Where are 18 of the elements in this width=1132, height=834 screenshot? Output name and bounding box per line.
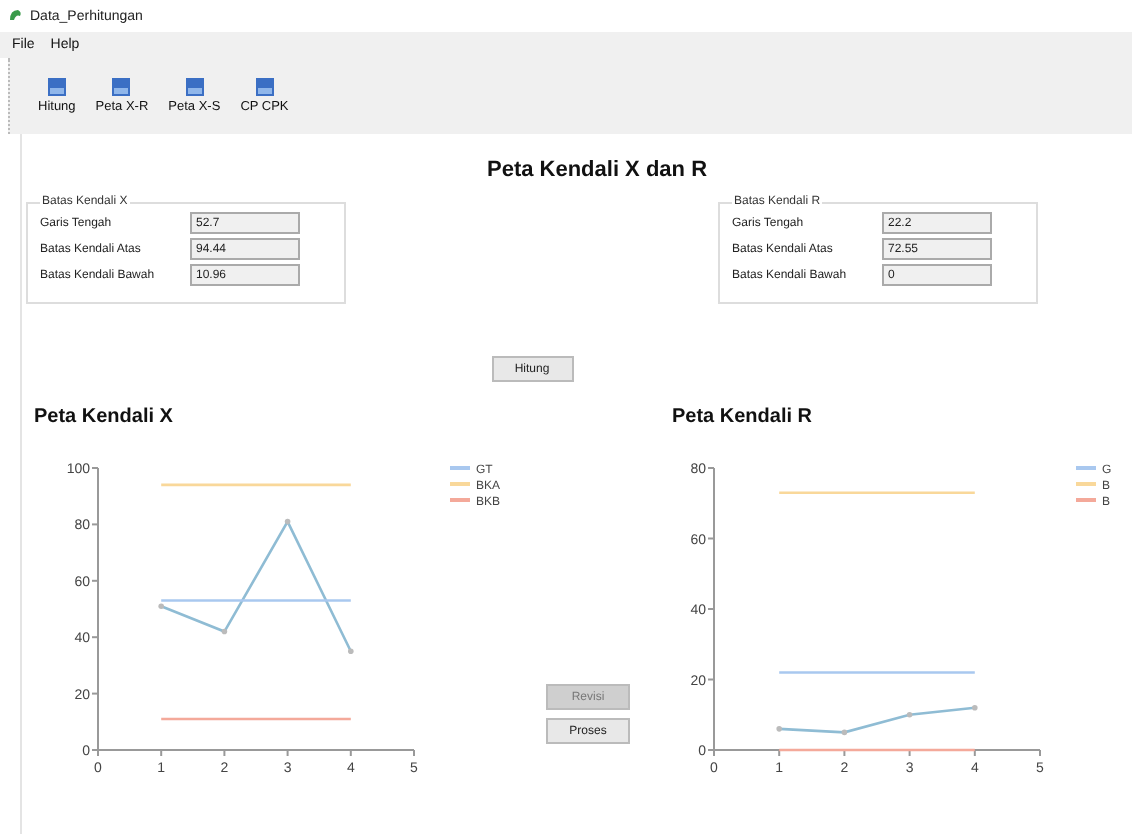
- data-point: [841, 729, 848, 736]
- legend: [450, 465, 501, 509]
- data-point: [158, 603, 164, 609]
- data-point: [906, 711, 913, 718]
- page-heading: Peta Kendali X dan R: [484, 158, 710, 182]
- data-point: [348, 648, 354, 655]
- image-icon: [255, 78, 274, 96]
- data-point: [776, 726, 782, 732]
- data-point: [284, 518, 291, 525]
- legend: [1076, 465, 1112, 509]
- image-icon: [112, 78, 131, 96]
- image-icon: [47, 78, 66, 96]
- image-icon: [185, 78, 204, 96]
- chart-title: Peta Kendali X: [34, 406, 175, 428]
- app-icon: [8, 8, 24, 24]
- data-point: [221, 628, 228, 635]
- chart-title: Peta Kendali R: [672, 406, 815, 428]
- data-point: [972, 704, 978, 711]
